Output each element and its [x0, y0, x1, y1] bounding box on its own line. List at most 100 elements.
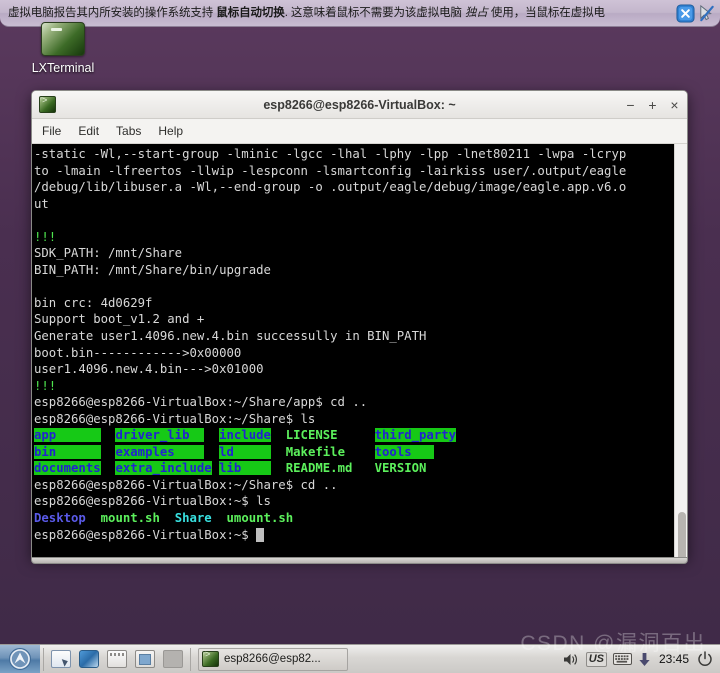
terminal-line: esp8266@esp8266-VirtualBox:~/Share/app$ … [34, 394, 674, 411]
terminal-token: mount.sh [100, 511, 160, 526]
terminal-launcher-icon[interactable] [104, 646, 130, 672]
taskbar-separator [43, 647, 44, 671]
terminal-token: -static -Wl,--start-group -lminic -lgcc … [34, 147, 627, 161]
system-tray: US 23:45 [563, 645, 720, 673]
terminal-line: -static -Wl,--start-group -lminic -lgcc … [34, 146, 674, 163]
mouse-pointer-disabled-icon[interactable] [697, 4, 716, 23]
terminal-token: extra_include [115, 461, 212, 476]
terminal-token: to -lmain -lfreertos -llwip -lespconn -l… [34, 163, 627, 178]
minimize-button[interactable]: − [624, 98, 637, 112]
terminal-token: umount.sh [226, 511, 294, 526]
terminal-line: to -lmain -lfreertos -llwip -lespconn -l… [34, 163, 674, 180]
vbox-msg-part2: . 这意味着鼠标不需要为该虚拟电脑 [284, 6, 465, 19]
terminal-line: Support boot_v1.2 and + [34, 311, 674, 328]
terminal-icon [41, 22, 85, 56]
maximize-button[interactable]: + [646, 98, 659, 112]
terminal-token: Support boot_v1.2 and + [34, 312, 205, 327]
terminal-output[interactable]: -static -Wl,--start-group -lminic -lgcc … [32, 144, 674, 557]
menu-item-help[interactable]: Help [158, 124, 183, 138]
terminal-line: app driver_lib include LICENSE third_par… [34, 427, 674, 444]
terminal-token: !!! [34, 378, 57, 393]
taskbar-task-terminal[interactable]: esp8266@esp82... [198, 647, 348, 671]
terminal-token: esp8266@esp8266-VirtualBox:~/Share/app$ … [34, 395, 368, 410]
terminal-line: esp8266@esp8266-VirtualBox:~/Share$ ls [34, 411, 674, 428]
terminal-line: esp8266@esp8266-VirtualBox:~/Share$ cd .… [34, 477, 674, 494]
terminal-line: bin examples ld Makefile tools [34, 444, 674, 461]
terminal-line: ut [34, 196, 674, 213]
terminal-line: documents extra_include lib README.md VE… [34, 460, 674, 477]
terminal-token: BIN_PATH: /mnt/Share/bin/upgrade [34, 262, 271, 277]
keyboard-layout-indicator[interactable]: US [585, 651, 607, 667]
terminal-scrollbar-thumb[interactable] [677, 512, 686, 557]
keyboard-icon[interactable] [612, 652, 632, 666]
taskbar: esp8266@esp82... US [0, 644, 720, 673]
terminal-token [256, 527, 264, 542]
file-manager-icon[interactable] [48, 646, 74, 672]
terminal-scrollbar[interactable] [674, 144, 687, 557]
speaker-icon[interactable] [563, 652, 580, 667]
terminal-token: boot.bin------------>0x00000 [34, 345, 242, 360]
terminal-menubar: File Edit Tabs Help [32, 119, 687, 144]
terminal-token: lib [219, 461, 271, 476]
desktop-icon-label: LXTerminal [31, 61, 95, 75]
terminal-window-title: esp8266@esp8266-VirtualBox: ~ [263, 97, 456, 112]
virtualbox-message-bar: 虚拟电脑报告其内所安装的操作系统支持 鼠标自动切换. 这意味着鼠标不需要为该虚拟… [0, 0, 720, 27]
terminal-token: Desktop [34, 511, 86, 526]
download-arrow-icon[interactable] [638, 652, 651, 667]
minimize-all-icon[interactable] [132, 646, 158, 672]
terminal-token: driver_lib [115, 428, 205, 443]
terminal-token: tools [374, 444, 434, 459]
power-icon[interactable] [697, 651, 713, 667]
terminal-line: BIN_PATH: /mnt/Share/bin/upgrade [34, 262, 674, 279]
terminal-token: ut [34, 196, 49, 211]
terminal-token: include [219, 428, 271, 443]
terminal-line: boot.bin------------>0x00000 [34, 345, 674, 362]
start-menu-icon[interactable] [0, 645, 40, 673]
terminal-titlebar[interactable]: esp8266@esp8266-VirtualBox: ~ − + × [32, 91, 687, 119]
menu-item-tabs[interactable]: Tabs [116, 124, 141, 138]
taskbar-clock[interactable]: 23:45 [657, 652, 691, 666]
terminal-token: Generate user1.4096.new.4.bin successull… [34, 329, 427, 344]
close-button[interactable]: × [668, 98, 681, 112]
terminal-line: Generate user1.4096.new.4.bin successull… [34, 328, 674, 345]
taskbar-window-list: esp8266@esp82... [198, 647, 348, 671]
terminal-token: /debug/lib/libuser.a -Wl,--end-group -o … [34, 180, 627, 195]
terminal-token: ld [219, 444, 271, 459]
terminal-token: app [34, 428, 101, 443]
terminal-window[interactable]: esp8266@esp8266-VirtualBox: ~ − + × File… [31, 90, 688, 558]
terminal-token: examples [115, 444, 205, 459]
window-controls: − + × [624, 98, 681, 112]
menu-item-edit[interactable]: Edit [78, 124, 99, 138]
web-browser-icon[interactable] [76, 646, 102, 672]
terminal-token: esp8266@esp8266-VirtualBox:~$ ls [34, 494, 271, 509]
terminal-line: bin crc: 4d0629f [34, 295, 674, 312]
virtualbox-message-text: 虚拟电脑报告其内所安装的操作系统支持 鼠标自动切换. 这意味着鼠标不需要为该虚拟… [8, 0, 674, 26]
terminal-line: user1.4096.new.4.bin--->0x01000 [34, 361, 674, 378]
taskbar-separator-2 [190, 647, 191, 671]
desktop-pager-icon[interactable] [160, 646, 186, 672]
menu-item-file[interactable]: File [42, 124, 61, 138]
desktop-icon-lxterminal[interactable]: LXTerminal [22, 22, 104, 75]
terminal-line: !!! [34, 378, 674, 395]
vbox-msg-italic: 独占 [465, 6, 488, 19]
terminal-token: !!! [34, 229, 57, 244]
terminal-line: /debug/lib/libuser.a -Wl,--end-group -o … [34, 179, 674, 196]
terminal-token: bin [34, 444, 101, 459]
terminal-token: README.md [285, 461, 360, 476]
taskbar-task-label: esp8266@esp82... [224, 653, 321, 665]
close-circle-icon[interactable] [676, 3, 695, 23]
terminal-body[interactable]: -static -Wl,--start-group -lminic -lgcc … [32, 144, 687, 557]
